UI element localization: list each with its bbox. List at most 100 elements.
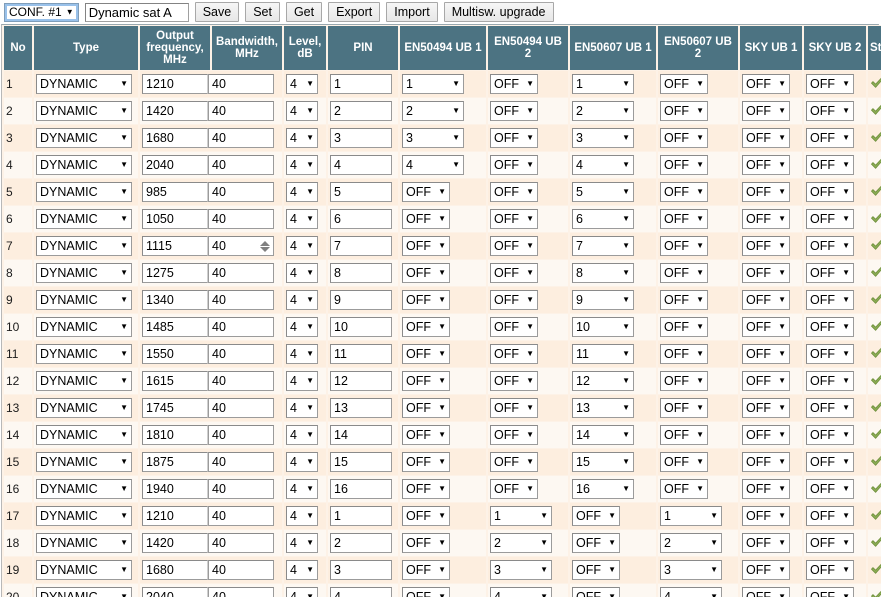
bandwidth-input[interactable]: 40 bbox=[208, 290, 274, 310]
en50494-ub2-select[interactable]: OFF ▼ bbox=[490, 317, 538, 337]
en50494-ub2-select[interactable]: OFF ▼ bbox=[490, 425, 538, 445]
en50607-ub2-select[interactable]: OFF ▼ bbox=[660, 155, 708, 175]
bandwidth-input[interactable]: 40 bbox=[208, 425, 274, 445]
en50494-ub2-select[interactable]: OFF ▼ bbox=[490, 155, 538, 175]
en50607-ub1-select[interactable]: 9 ▼ bbox=[572, 290, 634, 310]
sky-ub1-select[interactable]: OFF ▼ bbox=[742, 128, 790, 148]
en50607-ub1-select[interactable]: 8 ▼ bbox=[572, 263, 634, 283]
type-select[interactable]: DYNAMIC ▼ bbox=[36, 209, 132, 229]
en50494-ub1-select[interactable]: OFF ▼ bbox=[402, 533, 450, 553]
level-select[interactable]: 4 ▼ bbox=[286, 209, 318, 229]
en50607-ub2-select[interactable]: OFF ▼ bbox=[660, 290, 708, 310]
level-select[interactable]: 4 ▼ bbox=[286, 425, 318, 445]
en50494-ub2-select[interactable]: 3 ▼ bbox=[490, 560, 552, 580]
sky-ub1-select[interactable]: OFF ▼ bbox=[742, 209, 790, 229]
type-select[interactable]: DYNAMIC ▼ bbox=[36, 74, 132, 94]
sky-ub2-select[interactable]: OFF ▼ bbox=[806, 263, 854, 283]
en50607-ub1-select[interactable]: 4 ▼ bbox=[572, 155, 634, 175]
level-select[interactable]: 4 ▼ bbox=[286, 155, 318, 175]
en50494-ub1-select[interactable]: OFF ▼ bbox=[402, 425, 450, 445]
sky-ub2-select[interactable]: OFF ▼ bbox=[806, 182, 854, 202]
en50494-ub1-select[interactable]: OFF ▼ bbox=[402, 344, 450, 364]
pin-input[interactable]: 13 bbox=[330, 398, 392, 418]
en50607-ub2-select[interactable]: OFF ▼ bbox=[660, 479, 708, 499]
pin-input[interactable]: 4 bbox=[330, 587, 392, 597]
level-select[interactable]: 4 ▼ bbox=[286, 182, 318, 202]
en50607-ub2-select[interactable]: OFF ▼ bbox=[660, 263, 708, 283]
en50494-ub1-select[interactable]: OFF ▼ bbox=[402, 506, 450, 526]
sky-ub2-select[interactable]: OFF ▼ bbox=[806, 425, 854, 445]
type-select[interactable]: DYNAMIC ▼ bbox=[36, 533, 132, 553]
en50494-ub2-select[interactable]: OFF ▼ bbox=[490, 452, 538, 472]
sky-ub2-select[interactable]: OFF ▼ bbox=[806, 560, 854, 580]
en50607-ub1-select[interactable]: 16 ▼ bbox=[572, 479, 634, 499]
get-button[interactable]: Get bbox=[285, 2, 323, 22]
bandwidth-input[interactable]: 40 bbox=[208, 101, 274, 121]
output-frequency-input[interactable]: 1615 bbox=[142, 371, 208, 391]
bandwidth-input[interactable]: 40 bbox=[208, 182, 274, 202]
sky-ub1-select[interactable]: OFF ▼ bbox=[742, 236, 790, 256]
en50607-ub2-select[interactable]: OFF ▼ bbox=[660, 398, 708, 418]
en50494-ub2-select[interactable]: 1 ▼ bbox=[490, 506, 552, 526]
output-frequency-input[interactable]: 1485 bbox=[142, 317, 208, 337]
bandwidth-input[interactable]: 40 bbox=[208, 398, 274, 418]
en50494-ub1-select[interactable]: OFF ▼ bbox=[402, 398, 450, 418]
type-select[interactable]: DYNAMIC ▼ bbox=[36, 155, 132, 175]
sky-ub1-select[interactable]: OFF ▼ bbox=[742, 101, 790, 121]
en50494-ub2-select[interactable]: OFF ▼ bbox=[490, 479, 538, 499]
sky-ub2-select[interactable]: OFF ▼ bbox=[806, 74, 854, 94]
bandwidth-input[interactable]: 40 bbox=[208, 344, 274, 364]
en50607-ub2-select[interactable]: OFF ▼ bbox=[660, 74, 708, 94]
en50607-ub1-select[interactable]: 6 ▼ bbox=[572, 209, 634, 229]
pin-input[interactable]: 12 bbox=[330, 371, 392, 391]
level-select[interactable]: 4 ▼ bbox=[286, 398, 318, 418]
en50494-ub1-select[interactable]: OFF ▼ bbox=[402, 182, 450, 202]
multisw-upgrade-button[interactable]: Multisw. upgrade bbox=[443, 2, 554, 22]
pin-input[interactable]: 5 bbox=[330, 182, 392, 202]
type-select[interactable]: DYNAMIC ▼ bbox=[36, 128, 132, 148]
level-select[interactable]: 4 ▼ bbox=[286, 506, 318, 526]
en50607-ub2-select[interactable]: OFF ▼ bbox=[660, 236, 708, 256]
conf-select[interactable]: CONF. #1 ▼ bbox=[4, 2, 79, 22]
bandwidth-input[interactable]: 40 bbox=[208, 452, 274, 472]
pin-input[interactable]: 15 bbox=[330, 452, 392, 472]
sky-ub2-select[interactable]: OFF ▼ bbox=[806, 398, 854, 418]
en50607-ub2-select[interactable]: 2 ▼ bbox=[660, 533, 722, 553]
en50607-ub2-select[interactable]: OFF ▼ bbox=[660, 317, 708, 337]
output-frequency-input[interactable]: 1210 bbox=[142, 506, 208, 526]
sky-ub1-select[interactable]: OFF ▼ bbox=[742, 74, 790, 94]
output-frequency-input[interactable]: 2040 bbox=[142, 587, 208, 597]
level-select[interactable]: 4 ▼ bbox=[286, 128, 318, 148]
config-name-input[interactable] bbox=[84, 2, 189, 22]
bandwidth-input[interactable]: 40 bbox=[208, 479, 274, 499]
en50494-ub2-select[interactable]: OFF ▼ bbox=[490, 128, 538, 148]
en50494-ub2-select[interactable]: OFF ▼ bbox=[490, 74, 538, 94]
pin-input[interactable]: 1 bbox=[330, 506, 392, 526]
pin-input[interactable]: 1 bbox=[330, 74, 392, 94]
type-select[interactable]: DYNAMIC ▼ bbox=[36, 506, 132, 526]
spinner-icon[interactable] bbox=[259, 239, 270, 253]
export-button[interactable]: Export bbox=[328, 2, 381, 22]
pin-input[interactable]: 10 bbox=[330, 317, 392, 337]
output-frequency-input[interactable]: 1680 bbox=[142, 128, 208, 148]
level-select[interactable]: 4 ▼ bbox=[286, 263, 318, 283]
pin-input[interactable]: 11 bbox=[330, 344, 392, 364]
bandwidth-input[interactable]: 40 bbox=[208, 155, 274, 175]
en50494-ub1-select[interactable]: OFF ▼ bbox=[402, 587, 450, 597]
sky-ub2-select[interactable]: OFF ▼ bbox=[806, 128, 854, 148]
output-frequency-input[interactable]: 1550 bbox=[142, 344, 208, 364]
en50607-ub1-select[interactable]: OFF ▼ bbox=[572, 533, 620, 553]
en50494-ub1-select[interactable]: OFF ▼ bbox=[402, 236, 450, 256]
en50494-ub1-select[interactable]: 1 ▼ bbox=[402, 74, 464, 94]
en50494-ub1-select[interactable]: OFF ▼ bbox=[402, 479, 450, 499]
import-button[interactable]: Import bbox=[386, 2, 438, 22]
sky-ub2-select[interactable]: OFF ▼ bbox=[806, 290, 854, 310]
output-frequency-input[interactable]: 1275 bbox=[142, 263, 208, 283]
sky-ub2-select[interactable]: OFF ▼ bbox=[806, 155, 854, 175]
sky-ub1-select[interactable]: OFF ▼ bbox=[742, 155, 790, 175]
pin-input[interactable]: 6 bbox=[330, 209, 392, 229]
en50607-ub1-select[interactable]: 13 ▼ bbox=[572, 398, 634, 418]
bandwidth-input[interactable]: 40 bbox=[208, 74, 274, 94]
en50494-ub2-select[interactable]: OFF ▼ bbox=[490, 263, 538, 283]
sky-ub1-select[interactable]: OFF ▼ bbox=[742, 317, 790, 337]
